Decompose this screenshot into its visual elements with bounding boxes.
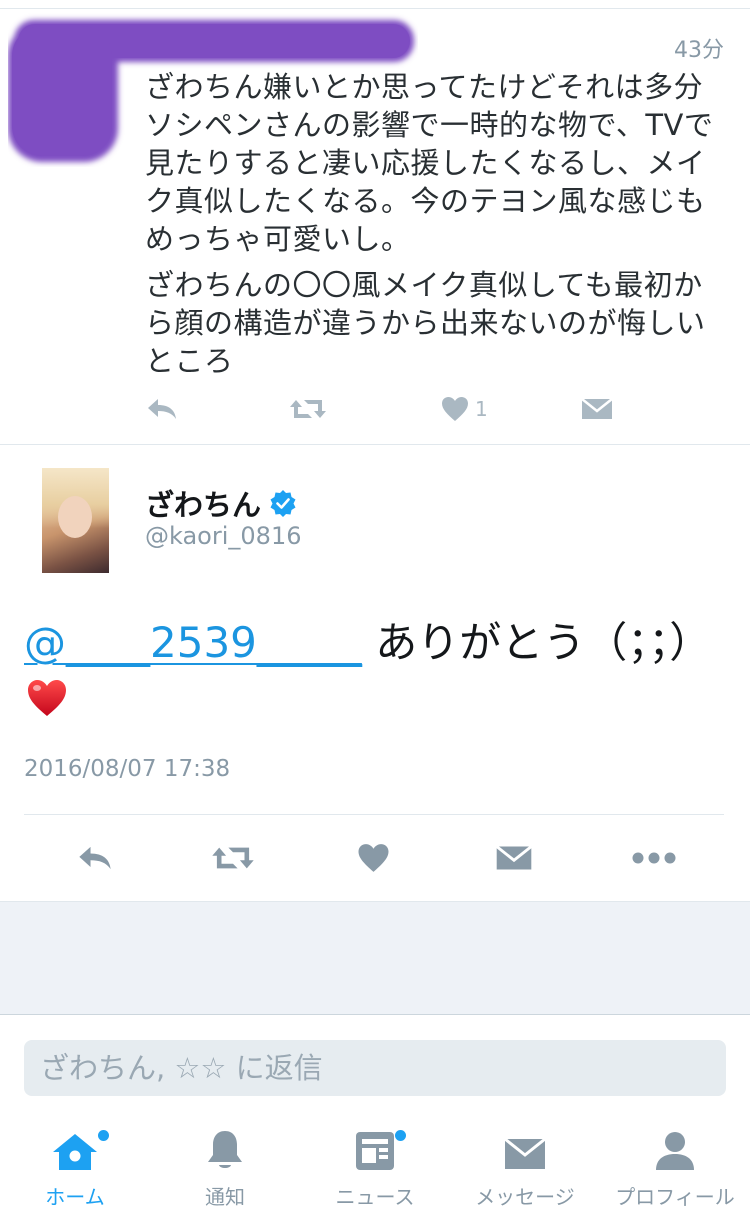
verified-badge-icon xyxy=(270,490,296,517)
reply-icon xyxy=(148,399,176,419)
envelope-icon xyxy=(504,1137,546,1169)
reply-input[interactable] xyxy=(38,1039,726,1097)
envelope-icon xyxy=(581,398,613,419)
tab-news-label: ニュース xyxy=(335,1185,415,1209)
gray-spacer xyxy=(0,902,750,1014)
retweet-button[interactable] xyxy=(288,392,328,426)
tweet-timestamp: 2016/08/07 17:38 xyxy=(24,756,231,782)
user-display-name: ざわちん xyxy=(145,488,262,522)
tweet-text: @____2539_____ ありがとう（；；） xyxy=(24,614,724,672)
tab-icon-wrap xyxy=(205,1120,245,1172)
divider xyxy=(24,814,724,815)
news-icon xyxy=(356,1132,394,1170)
person-icon xyxy=(656,1132,694,1170)
divider xyxy=(0,444,750,445)
tab-profile[interactable]: プロフィール xyxy=(600,1120,750,1215)
home-notification-dot xyxy=(98,1130,109,1141)
tab-bar: ホーム 通知 ニュース メッセージ プロフィール xyxy=(0,1120,750,1215)
tweet-actions xyxy=(0,838,750,878)
tab-icon-wrap xyxy=(503,1120,547,1172)
tab-icon-wrap xyxy=(354,1120,406,1172)
like-button[interactable] xyxy=(357,838,390,878)
tweet-paragraph: ざわちんの〇〇風メイク真似しても最初か ら顔の構造が違うから出来ないのが悔しい … xyxy=(145,268,706,378)
mention-link[interactable]: @____2539_____ xyxy=(24,618,362,667)
divider xyxy=(0,1014,750,1015)
top-divider xyxy=(0,8,750,9)
tab-icon-wrap xyxy=(654,1120,696,1172)
tab-notifications[interactable]: 通知 xyxy=(150,1120,300,1215)
retweet-button[interactable] xyxy=(210,838,256,878)
home-icon xyxy=(53,1134,97,1170)
tab-icon-wrap xyxy=(51,1120,109,1172)
news-notification-dot xyxy=(395,1130,406,1141)
user-handle: @kaori_0816 xyxy=(145,522,302,550)
avatar[interactable] xyxy=(42,468,109,573)
tab-messages-label: メッセージ xyxy=(475,1185,575,1209)
tab-messages[interactable]: メッセージ xyxy=(450,1120,600,1215)
retweet-icon xyxy=(212,847,254,869)
red-heart-emoji-icon xyxy=(28,680,66,716)
tweet-time: 43分 xyxy=(674,38,724,63)
like-button[interactable]: 1 xyxy=(441,392,488,426)
tab-home-label: ホーム xyxy=(45,1185,105,1209)
more-button[interactable] xyxy=(632,838,676,878)
tab-news[interactable]: ニュース xyxy=(300,1120,450,1215)
tab-notifications-label: 通知 xyxy=(205,1185,245,1209)
reply-icon xyxy=(79,846,111,870)
tweet-text: ざわちん嫌いとか思ってたけどそれは多分 ソシペンさんの影響で一時的な物で、TVで… xyxy=(145,68,735,388)
tweet-message: ありがとう（；；） xyxy=(361,618,712,667)
avatar-face xyxy=(58,496,92,538)
like-count: 1 xyxy=(475,397,488,421)
reply-button[interactable] xyxy=(145,392,179,426)
retweet-icon xyxy=(290,400,326,418)
heart-icon xyxy=(442,397,468,421)
tab-home[interactable]: ホーム xyxy=(0,1120,150,1215)
tab-profile-label: プロフィール xyxy=(615,1185,735,1209)
tweet-actions: 1 xyxy=(145,392,645,426)
dm-button[interactable] xyxy=(495,838,533,878)
reply-box[interactable] xyxy=(24,1039,726,1097)
dm-button[interactable] xyxy=(581,392,613,426)
user-name[interactable]: ざわちん xyxy=(145,482,297,524)
bell-icon xyxy=(208,1131,242,1168)
heart-icon xyxy=(358,844,389,872)
more-dots-icon xyxy=(632,852,676,864)
reply-button[interactable] xyxy=(76,838,114,878)
tweet-paragraph: ざわちん嫌いとか思ってたけどそれは多分 ソシペンさんの影響で一時的な物で、TVで… xyxy=(145,70,714,256)
envelope-icon xyxy=(495,845,533,870)
